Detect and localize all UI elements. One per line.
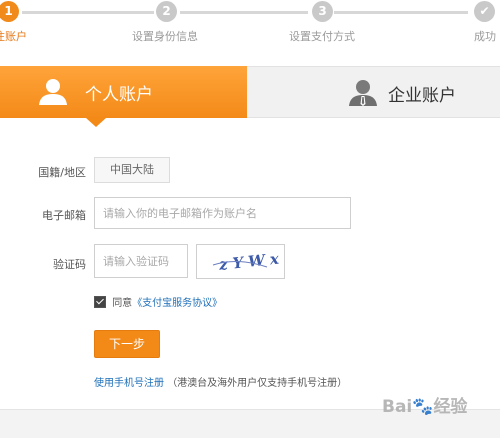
next-step-button[interactable]: 下一步 bbox=[94, 330, 160, 358]
agree-text: 同意 bbox=[112, 298, 133, 309]
step-connector bbox=[180, 11, 308, 14]
captcha-image[interactable]: zYWx bbox=[196, 244, 285, 279]
tab-personal-label: 个人账户 bbox=[85, 85, 153, 105]
mobile-register-link[interactable]: 使用手机号注册 bbox=[94, 378, 164, 389]
step-4-label: 成功 bbox=[474, 30, 496, 43]
business-person-icon bbox=[349, 80, 377, 106]
step-1-marker: 1 bbox=[0, 1, 19, 22]
step-connector bbox=[334, 11, 468, 14]
mobile-register-note: （港澳台及海外用户仅支持手机号注册） bbox=[167, 378, 348, 389]
agreement-row: 同意《支付宝服务协议》 bbox=[94, 294, 222, 309]
region-select[interactable]: 中国大陆 bbox=[94, 157, 170, 183]
step-success-check-icon: ✔ bbox=[474, 1, 495, 22]
captcha-input[interactable] bbox=[94, 244, 188, 278]
watermark-jingyan: 经验 bbox=[433, 397, 468, 417]
tab-business-account[interactable]: 企业账户 bbox=[247, 66, 500, 118]
step-3-label: 设置支付方式 bbox=[289, 30, 355, 43]
watermark-brand: Bai bbox=[382, 397, 413, 417]
step-1-label: 注账户 bbox=[0, 30, 27, 43]
service-agreement-link[interactable]: 《支付宝服务协议》 bbox=[132, 298, 222, 309]
email-label: 电子邮箱 bbox=[42, 209, 86, 222]
agree-checkbox[interactable] bbox=[94, 295, 106, 308]
paw-icon: 🐾 bbox=[412, 397, 434, 417]
region-label: 国籍/地区 bbox=[38, 166, 86, 179]
tab-personal-account[interactable]: 个人账户 bbox=[0, 66, 247, 118]
progress-steps: 1 2 3 ✔ 注账户 设置身份信息 设置支付方式 成功 bbox=[0, 0, 500, 58]
step-connector bbox=[22, 11, 154, 14]
email-field[interactable] bbox=[94, 197, 351, 229]
captcha-label: 验证码 bbox=[53, 258, 86, 271]
tab-business-label: 企业账户 bbox=[388, 86, 456, 106]
step-2-marker: 2 bbox=[156, 1, 177, 22]
baidu-jingyan-watermark: Bai🐾经验 bbox=[382, 392, 467, 417]
active-tab-pointer bbox=[86, 118, 106, 127]
person-icon bbox=[39, 79, 67, 105]
step-3-marker: 3 bbox=[312, 1, 333, 22]
mobile-register-row: 使用手机号注册 （港澳台及海外用户仅支持手机号注册） bbox=[94, 374, 347, 389]
captcha-graphic: zYWx bbox=[212, 249, 285, 274]
account-type-tabs: 个人账户 企业账户 bbox=[0, 66, 500, 118]
step-2-label: 设置身份信息 bbox=[132, 30, 198, 43]
